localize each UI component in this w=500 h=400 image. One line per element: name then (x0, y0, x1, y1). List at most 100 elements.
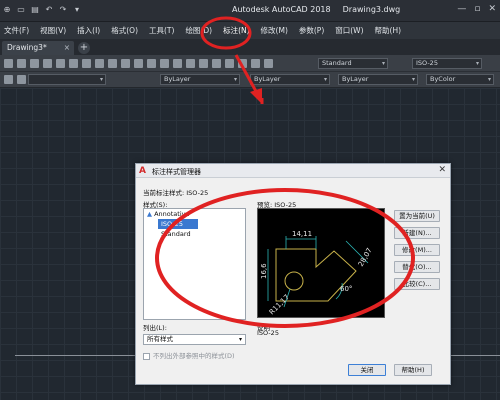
redo-icon[interactable]: ↷ (58, 5, 68, 15)
dropdown-arrow-icon[interactable]: ▾ (72, 5, 82, 15)
exclude-xref-checkbox[interactable]: 不列出外部参照中的样式(D) (143, 350, 235, 360)
current-style-label: 当前标注样式: ISO-25 (143, 189, 209, 197)
linetype-value: ByLayer (254, 75, 281, 83)
dim-style-dropdown[interactable]: ISO-25 ▾ (412, 58, 482, 69)
dimension-style-manager-dialog: A 标注样式管理器 ✕ 当前标注样式: ISO-25 样式(S): 预览: IS… (135, 163, 451, 385)
preview-icon[interactable] (56, 59, 65, 68)
styles-listbox[interactable]: ▲ Annotative ISO-25 Standard (143, 208, 246, 320)
file-tab-bar: Drawing3* × + (0, 39, 500, 55)
list-filter-value: 所有样式 (147, 335, 173, 343)
chevron-down-icon: ▾ (487, 76, 491, 83)
sheet-set-icon[interactable] (238, 59, 247, 68)
open-folder-icon[interactable]: ▤ (30, 5, 40, 15)
style-item-standard[interactable]: Standard (144, 229, 245, 239)
dim-radius-text: R11,17 (268, 293, 291, 316)
help-button[interactable]: 帮助(H) (394, 364, 432, 376)
menu-dimension[interactable]: 标注(N) (223, 25, 249, 36)
title-bar: ⊕ ▭ ▤ ↶ ↷ ▾ Autodesk AutoCAD 2018 Drawing… (0, 0, 500, 22)
close-icon[interactable]: ✕ (488, 4, 496, 14)
window-title: Autodesk AutoCAD 2018 Drawing3.dwg (232, 5, 412, 14)
cut-icon[interactable] (69, 59, 78, 68)
menu-format[interactable]: 格式(O) (111, 25, 138, 36)
match-properties-icon[interactable] (108, 59, 117, 68)
menu-parameters[interactable]: 参数(P) (299, 25, 324, 36)
properties-icon[interactable] (199, 59, 208, 68)
preview-drawing: 14,11 16,6 28,07 60° R11,17 (260, 230, 374, 316)
new-style-button[interactable]: 新建(N)... (394, 227, 440, 239)
text-style-value: Standard (322, 59, 352, 67)
menu-help[interactable]: 帮助(H) (375, 25, 402, 36)
standard-toolbar: Standard ▾ ISO-25 ▾ (0, 55, 500, 72)
list-filter-select[interactable]: 所有样式 ▾ (143, 334, 246, 345)
text-style-dropdown[interactable]: Standard ▾ (318, 58, 388, 69)
print-icon[interactable] (43, 59, 52, 68)
design-center-icon[interactable] (212, 59, 221, 68)
compare-style-button[interactable]: 比较(C)... (394, 278, 440, 290)
zoom-window-icon[interactable] (173, 59, 182, 68)
menu-view[interactable]: 视图(V) (40, 25, 66, 36)
menu-window[interactable]: 窗口(W) (335, 25, 363, 36)
paste-icon[interactable] (95, 59, 104, 68)
new-icon[interactable] (4, 59, 13, 68)
modify-style-button[interactable]: 修改(M)... (394, 244, 440, 256)
layer-state-icon[interactable] (17, 75, 26, 84)
style-preview: 14,11 16,6 28,07 60° R11,17 (257, 208, 385, 318)
quick-access-toolbar: ⊕ ▭ ▤ ↶ ↷ ▾ (2, 5, 82, 15)
chevron-down-icon: ▾ (99, 76, 103, 83)
calculator-icon[interactable] (264, 59, 273, 68)
layer-properties-icon[interactable] (4, 75, 13, 84)
markup-icon[interactable] (251, 59, 260, 68)
chevron-down-icon: ▾ (475, 60, 479, 67)
description-value: ISO-25 (257, 329, 279, 337)
undo-icon[interactable] (121, 59, 130, 68)
tab-close-icon[interactable]: × (64, 41, 70, 55)
dialog-title: 标注样式管理器 (152, 168, 201, 176)
zoom-previous-icon[interactable] (186, 59, 195, 68)
menu-bar: 文件(F) 视图(V) 插入(I) 格式(O) 工具(T) 绘图(D) 标注(N… (0, 22, 500, 39)
override-style-button[interactable]: 替代(O)... (394, 261, 440, 273)
style-name: Annotative (154, 210, 190, 218)
save-icon[interactable] (30, 59, 39, 68)
chevron-down-icon: ▾ (323, 76, 327, 83)
chevron-down-icon: ▾ (381, 60, 385, 67)
minimize-icon[interactable]: — (457, 4, 466, 14)
maximize-icon[interactable]: ▫ (474, 4, 480, 14)
layers-properties-toolbar: ▾ ByLayer ▾ ByLayer ▾ ByLayer ▾ ByColor ▾ (0, 72, 500, 88)
new-tab-button[interactable]: + (78, 42, 90, 54)
color-dropdown[interactable]: ByLayer ▾ (160, 74, 240, 85)
document-name: Drawing3.dwg (342, 5, 401, 14)
layer-dropdown[interactable]: ▾ (28, 74, 106, 85)
menu-tools[interactable]: 工具(T) (149, 25, 174, 36)
style-item-iso25[interactable]: ISO-25 (158, 219, 198, 229)
pan-icon[interactable] (147, 59, 156, 68)
plot-style-dropdown[interactable]: ByColor ▾ (426, 74, 494, 85)
dialog-close-icon[interactable]: ✕ (438, 165, 446, 175)
undo-icon[interactable]: ↶ (44, 5, 54, 15)
menu-draw[interactable]: 绘图(D) (185, 25, 212, 36)
new-file-icon[interactable]: ▭ (16, 5, 26, 15)
style-item-annotative[interactable]: ▲ Annotative (144, 209, 245, 219)
dim-angle-text: 60° (340, 285, 352, 293)
lineweight-dropdown[interactable]: ByLayer ▾ (338, 74, 418, 85)
app-menu-icon[interactable]: ⊕ (2, 5, 12, 15)
menu-file[interactable]: 文件(F) (4, 25, 29, 36)
tab-drawing3[interactable]: Drawing3* × (2, 41, 74, 55)
dim-top-text: 14,11 (292, 230, 312, 238)
open-icon[interactable] (17, 59, 26, 68)
chevron-down-icon: ▾ (233, 76, 237, 83)
chevron-down-icon: ▾ (411, 76, 415, 83)
close-button[interactable]: 关闭 (348, 364, 386, 376)
window-controls: — ▫ ✕ (457, 4, 496, 14)
menu-insert[interactable]: 插入(I) (77, 25, 100, 36)
redo-icon[interactable] (134, 59, 143, 68)
checkbox-box[interactable] (143, 352, 150, 360)
toolbar-icons (4, 59, 273, 68)
copy-icon[interactable] (82, 59, 91, 68)
zoom-icon[interactable] (160, 59, 169, 68)
menu-modify[interactable]: 修改(M) (261, 25, 288, 36)
color-value: ByLayer (164, 75, 191, 83)
linetype-dropdown[interactable]: ByLayer ▾ (250, 74, 330, 85)
tool-palettes-icon[interactable] (225, 59, 234, 68)
plot-style-value: ByColor (430, 75, 456, 83)
set-current-button[interactable]: 置为当前(U) (394, 210, 440, 222)
